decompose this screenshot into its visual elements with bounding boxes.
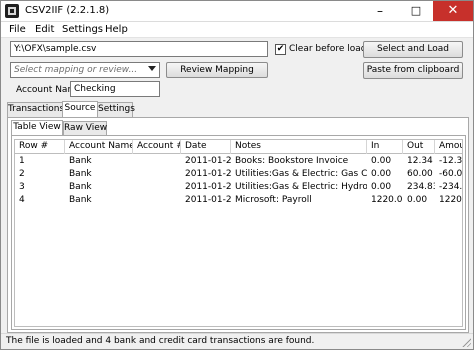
close-button[interactable]: ✕ [433,1,473,21]
tab-source[interactable]: Source [62,101,98,117]
file-path-input[interactable]: Y:\OFX\sample.csv [10,41,268,57]
column-header-account-number[interactable]: Account # [133,140,181,154]
maximize-button[interactable]: □ [399,1,433,21]
cell-date: 2011-01-23 [185,182,231,192]
table-row[interactable]: 3 Bank 2011-01-23 Utilities:Gas & Electr… [15,181,463,194]
mapping-select[interactable]: Select mapping or review... [10,62,160,78]
cell-amount: -234.83 [439,182,463,192]
column-header-account-name[interactable]: Account Name [65,140,133,154]
chevron-down-icon[interactable] [148,66,156,71]
review-mapping-button[interactable]: Review Mapping [166,62,268,78]
cell-row-number: 1 [19,156,25,166]
tab-settings[interactable]: Settings [97,102,135,117]
cell-in: 0.00 [371,169,392,179]
cell-account-number [133,194,181,207]
status-bar: The file is loaded and 4 bank and credit… [1,333,473,349]
table-row[interactable]: 4 Bank 2011-01-24 Microsoft: Payroll 122… [15,194,462,207]
menu-settings[interactable]: Settings [62,24,103,35]
clear-before-load-label: Clear before load [289,44,367,54]
cell-in: 0.00 [371,156,392,166]
window-title: CSV2IIF (2.2.1.8) [25,5,110,16]
cell-row-number: 3 [19,182,25,192]
cell-account-number [133,181,181,194]
minimize-button[interactable]: – [363,1,397,21]
select-and-load-button[interactable]: Select and Load [363,41,463,58]
column-header-row-number[interactable]: Row # [15,140,65,154]
cell-amount: -12.34 [439,156,463,166]
mapping-select-placeholder: Select mapping or review... [14,65,138,75]
column-header-notes[interactable]: Notes [231,140,367,154]
tab-table-view[interactable]: Table View [11,120,63,135]
resize-grip-icon[interactable] [461,337,471,347]
cell-out: 234.83 [407,182,435,192]
paste-from-clipboard-button[interactable]: Paste from clipboard [363,62,463,79]
cell-notes: Books: Bookstore Invoice [235,156,349,166]
cell-out: 60.00 [407,169,433,179]
menu-bar: File Edit Settings Help [1,22,473,38]
cell-out: 12.34 [407,156,433,166]
cell-notes: Utilities:Gas & Electric: Gas Company [235,169,367,179]
table-row[interactable]: 1 Bank 2011-01-23 Books: Bookstore Invoi… [15,155,463,168]
table-view-panel: Row # Account Name Account # Date Notes … [11,135,466,330]
cell-account-name: Bank [69,182,92,192]
data-grid[interactable]: Row # Account Name Account # Date Notes … [14,139,463,327]
column-header-amount[interactable]: Amount [435,140,462,154]
menu-file[interactable]: File [9,24,26,35]
source-tab-panel: Table View Raw View Row # Account Name A… [7,117,469,333]
cell-in: 0.00 [371,182,392,192]
cell-account-name: Bank [69,156,92,166]
cell-date: 2011-01-23 [185,156,231,166]
cell-account-name: Bank [69,195,92,205]
tab-raw-view[interactable]: Raw View [63,121,107,135]
cell-amount: -60.00 [439,169,463,179]
cell-date: 2011-01-23 [185,169,231,179]
column-header-out[interactable]: Out [403,140,435,154]
tab-transactions[interactable]: Transactions [7,102,64,117]
column-header-date[interactable]: Date [181,140,231,154]
cell-account-name: Bank [69,169,92,179]
cell-date: 2011-01-24 [185,195,231,205]
cell-notes: Utilities:Gas & Electric: Hydro [235,182,367,192]
app-window: CSV2IIF (2.2.1.8) – □ ✕ File Edit Settin… [0,0,474,350]
cell-amount: 1220.00 [439,195,462,205]
cell-notes: Microsoft: Payroll [235,195,312,205]
menu-help[interactable]: Help [105,24,128,35]
cell-row-number: 2 [19,169,25,179]
app-icon [5,4,19,18]
grid-header: Row # Account Name Account # Date Notes … [15,140,462,154]
cell-in: 1220.00 [371,195,403,205]
cell-account-number [133,168,181,181]
clear-before-load-checkbox[interactable]: ✔ [275,44,286,55]
column-header-in[interactable]: In [367,140,403,154]
account-name-input[interactable]: Checking [70,81,160,97]
title-bar[interactable]: CSV2IIF (2.2.1.8) – □ ✕ [1,1,473,22]
cell-row-number: 4 [19,195,25,205]
status-text: The file is loaded and 4 bank and credit… [6,336,315,346]
menu-edit[interactable]: Edit [35,24,54,35]
table-row[interactable]: 2 Bank 2011-01-23 Utilities:Gas & Electr… [15,168,463,181]
cell-out: 0.00 [407,195,428,205]
cell-account-number [133,155,181,168]
